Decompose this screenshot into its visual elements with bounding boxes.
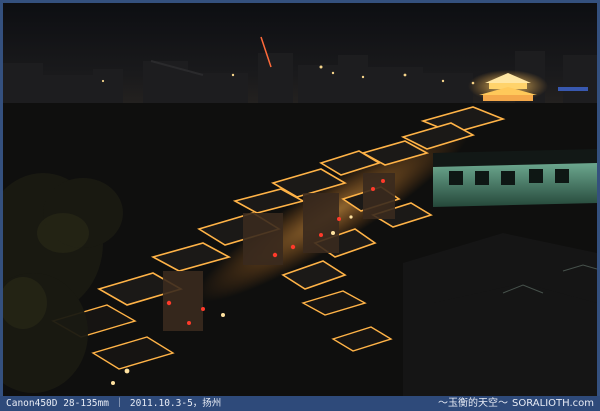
night-photo: [3, 3, 597, 396]
camera-info-caption: Canon450D 28-135mm ｜ 2011.10.3-5，扬州: [6, 398, 222, 409]
watermark-caption: ～玉衡的天空～ SORALIOTH.com: [438, 396, 594, 411]
caption-bar: Canon450D 28-135mm ｜ 2011.10.3-5，扬州 ～玉衡的…: [0, 396, 600, 411]
site-name: SORALIOTH.com: [512, 398, 594, 409]
photo-frame: Canon450D 28-135mm ｜ 2011.10.3-5，扬州 ～玉衡的…: [0, 0, 600, 411]
blog-title: ～玉衡的天空～: [438, 398, 509, 409]
